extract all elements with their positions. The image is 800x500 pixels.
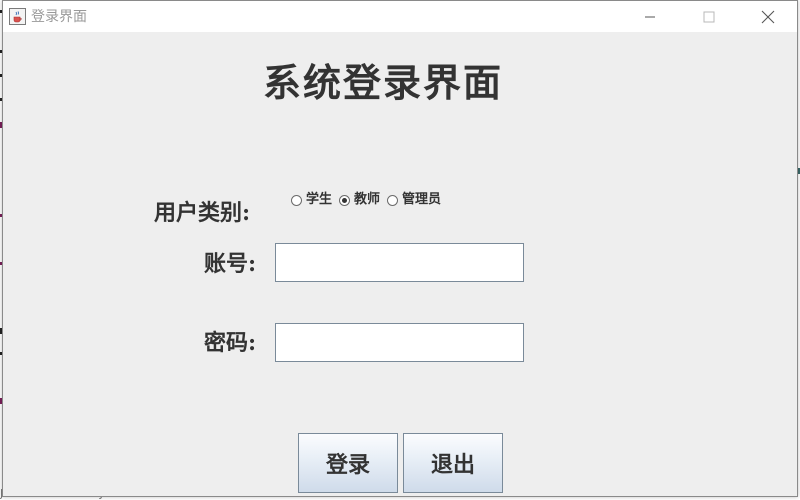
window-title: 登录界面: [31, 9, 87, 25]
exit-button[interactable]: 退出: [403, 433, 503, 493]
account-input[interactable]: [275, 243, 524, 282]
page-title: 系统登录界面: [262, 60, 503, 105]
minimize-icon: [645, 16, 655, 17]
title-bar[interactable]: 登录界面: [3, 1, 797, 32]
radio-teacher[interactable]: 教师: [339, 192, 380, 208]
login-window: 登录界面 系统登录界面 用户类别: 学生 教师 管理员 账号: 密码: 登录 退…: [2, 0, 798, 497]
user-type-label: 用户类别:: [154, 200, 251, 226]
user-type-radio-group: 学生 教师 管理员: [291, 190, 448, 210]
close-button[interactable]: [745, 1, 791, 32]
radio-admin[interactable]: 管理员: [387, 192, 441, 208]
close-icon: [761, 10, 775, 23]
java-cup-icon[interactable]: [9, 8, 26, 25]
login-button[interactable]: 登录: [298, 433, 398, 493]
radio-label-admin[interactable]: 管理员: [402, 192, 441, 208]
radio-student[interactable]: 学生: [291, 192, 332, 208]
minimize-button[interactable]: [627, 1, 673, 32]
radio-label-student[interactable]: 学生: [306, 192, 332, 208]
password-label: 密码:: [204, 330, 257, 356]
password-input[interactable]: [275, 323, 524, 362]
radio-button-icon[interactable]: [291, 194, 302, 206]
radio-button-selected-icon[interactable]: [339, 194, 351, 206]
maximize-button[interactable]: [686, 1, 732, 32]
radio-button-icon[interactable]: [387, 194, 399, 206]
maximize-icon: [703, 11, 715, 22]
radio-label-teacher[interactable]: 教师: [354, 192, 380, 208]
account-label: 账号:: [204, 251, 257, 277]
